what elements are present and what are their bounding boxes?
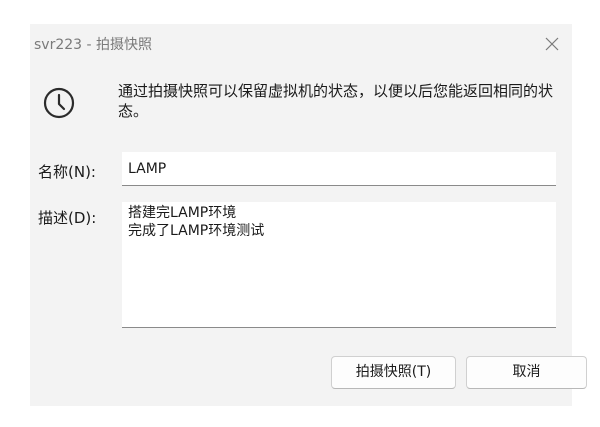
snapshot-dialog: svr223 - 拍摄快照 通过拍摄快照可以保留虚拟机的状态，以便以后您能返回相… — [30, 24, 587, 406]
take-snapshot-button[interactable]: 拍摄快照(T) — [331, 356, 456, 389]
window-title: svr223 - 拍摄快照 — [34, 37, 153, 53]
name-label: 名称(N): — [38, 163, 96, 181]
clock-icon — [42, 86, 76, 120]
description-field[interactable] — [122, 202, 556, 328]
close-icon — [538, 30, 566, 58]
title-bar: svr223 - 拍摄快照 — [30, 24, 572, 64]
close-button[interactable] — [538, 30, 566, 58]
cancel-button[interactable]: 取消 — [466, 356, 587, 389]
info-message: 通过拍摄快照可以保留虚拟机的状态，以便以后您能返回相同的状态。 — [118, 82, 554, 120]
name-field[interactable] — [122, 152, 556, 186]
description-label: 描述(D): — [38, 209, 97, 227]
